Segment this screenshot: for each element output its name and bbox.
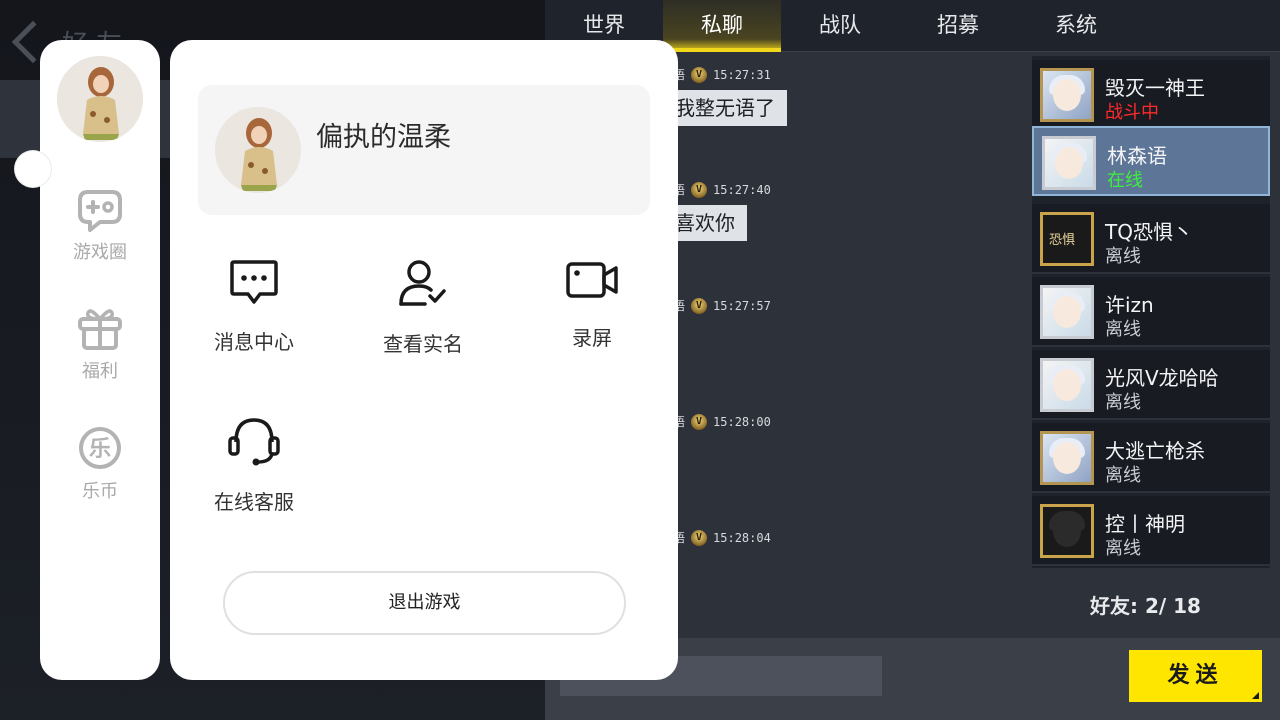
friend-status: 离线 bbox=[1105, 465, 1141, 486]
menu-item-label: 录屏 bbox=[572, 326, 612, 350]
message-time: 15:27:31 bbox=[713, 67, 771, 82]
screen-record-button[interactable]: 录屏 bbox=[512, 258, 672, 368]
friend-name: TQ恐惧丶 bbox=[1105, 220, 1193, 244]
vip-badge-icon: V bbox=[691, 66, 708, 83]
menu-item-label: 查看实名 bbox=[383, 332, 463, 356]
sidebar-item-label: 福利 bbox=[82, 361, 118, 382]
friend-name: 控丨神明 bbox=[1105, 512, 1185, 536]
sidebar-item-label: 乐币 bbox=[82, 481, 118, 502]
friend-item[interactable]: 光风V龙哈哈 离线 bbox=[1032, 350, 1270, 420]
friend-avatar bbox=[1040, 68, 1094, 122]
message-meta: 语 V 15:28:00 bbox=[673, 413, 771, 430]
gift-icon bbox=[78, 309, 122, 350]
friend-avatar: 恐惧 bbox=[1040, 212, 1094, 266]
message-time: 15:27:57 bbox=[713, 298, 771, 313]
avatar-image bbox=[57, 56, 143, 142]
friend-avatar bbox=[1042, 136, 1096, 190]
friend-name: 光风V龙哈哈 bbox=[1105, 366, 1219, 390]
sidebar-drag-handle[interactable] bbox=[15, 151, 51, 187]
profile-avatar bbox=[215, 107, 301, 193]
logout-button[interactable]: 退出游戏 bbox=[223, 571, 626, 635]
menu-item-label: 在线客服 bbox=[214, 490, 294, 514]
username: 偏执的温柔 bbox=[316, 122, 451, 153]
friend-item[interactable]: 大逃亡枪杀 离线 bbox=[1032, 423, 1270, 493]
message-meta: 语 V 15:27:40 bbox=[673, 181, 771, 198]
tab-system[interactable]: 系统 bbox=[1017, 0, 1135, 52]
friend-status: 离线 bbox=[1105, 538, 1141, 559]
online-support-button[interactable]: 在线客服 bbox=[174, 414, 334, 524]
account-menu-panel: 偏执的温柔 消息中心 查看实名 录屏 在线客服 退出游戏 bbox=[170, 40, 678, 680]
tab-team[interactable]: 战队 bbox=[781, 0, 899, 52]
friend-item[interactable]: 毁灭一神王 战斗中 bbox=[1032, 60, 1270, 130]
profile-card[interactable]: 偏执的温柔 bbox=[198, 85, 650, 215]
message-time: 15:27:40 bbox=[713, 182, 771, 197]
friend-status: 离线 bbox=[1105, 246, 1141, 267]
friend-status: 离线 bbox=[1105, 392, 1141, 413]
friend-status: 离线 bbox=[1105, 319, 1141, 340]
avatar-emblem-text: 恐惧 bbox=[1049, 233, 1076, 248]
video-camera-icon bbox=[566, 262, 618, 298]
friend-item[interactable]: 恐惧 TQ恐惧丶 离线 bbox=[1032, 204, 1270, 274]
friend-avatar bbox=[1040, 358, 1094, 412]
friend-item[interactable]: 控丨神明 离线 bbox=[1032, 496, 1270, 566]
coin-glyph: 乐 bbox=[89, 437, 111, 462]
gamepad-icon bbox=[78, 190, 122, 232]
headset-icon bbox=[228, 418, 280, 466]
view-real-name-button[interactable]: 查看实名 bbox=[343, 258, 503, 368]
tab-private-chat[interactable]: 私聊 bbox=[663, 0, 781, 52]
friend-name: 许izn bbox=[1105, 293, 1154, 317]
send-button[interactable]: 发送 bbox=[1129, 650, 1262, 702]
friend-name: 毁灭一神王 bbox=[1105, 76, 1205, 100]
message-icon bbox=[230, 260, 278, 304]
friend-count: 好友: 2/ 18 bbox=[1090, 594, 1201, 618]
avatar[interactable] bbox=[57, 56, 143, 142]
friend-name: 林森语 bbox=[1107, 144, 1167, 168]
tab-recruit[interactable]: 招募 bbox=[899, 0, 1017, 52]
coin-icon: 乐 bbox=[79, 427, 121, 469]
friend-status: 战斗中 bbox=[1105, 102, 1159, 123]
friend-item[interactable]: 许izn 离线 bbox=[1032, 277, 1270, 347]
message-time: 15:28:04 bbox=[713, 530, 771, 545]
friend-avatar bbox=[1040, 431, 1094, 485]
vip-badge-icon: V bbox=[691, 297, 708, 314]
friend-status: 在线 bbox=[1107, 170, 1143, 191]
message-center-button[interactable]: 消息中心 bbox=[174, 258, 334, 368]
friend-item-selected[interactable]: 林森语 在线 bbox=[1032, 126, 1270, 196]
user-verify-icon bbox=[399, 260, 446, 306]
sdk-sidebar: 游戏圈 福利 乐 乐币 bbox=[40, 40, 160, 680]
friend-name: 大逃亡枪杀 bbox=[1105, 439, 1205, 463]
sidebar-item-welfare[interactable]: 福利 bbox=[40, 305, 160, 405]
friend-avatar bbox=[1040, 504, 1094, 558]
profile-avatar-image bbox=[215, 107, 301, 193]
sidebar-item-label: 游戏圈 bbox=[73, 242, 127, 263]
message-meta: 语 V 15:28:04 bbox=[673, 529, 771, 546]
message-time: 15:28:00 bbox=[713, 414, 771, 429]
vip-badge-icon: V bbox=[691, 413, 708, 430]
friend-avatar bbox=[1040, 285, 1094, 339]
friend-list: 毁灭一神王 战斗中 林森语 在线 恐惧 TQ恐惧丶 离线 许izn 离线 光风V… bbox=[1032, 56, 1270, 568]
menu-item-label: 消息中心 bbox=[214, 330, 294, 354]
vip-badge-icon: V bbox=[691, 181, 708, 198]
sidebar-item-game-circle[interactable]: 游戏圈 bbox=[40, 188, 160, 288]
message-meta: 语 V 15:27:31 bbox=[673, 66, 771, 83]
message-meta: 语 V 15:27:57 bbox=[673, 297, 771, 314]
sidebar-item-coins[interactable]: 乐 乐币 bbox=[40, 425, 160, 525]
vip-badge-icon: V bbox=[691, 529, 708, 546]
